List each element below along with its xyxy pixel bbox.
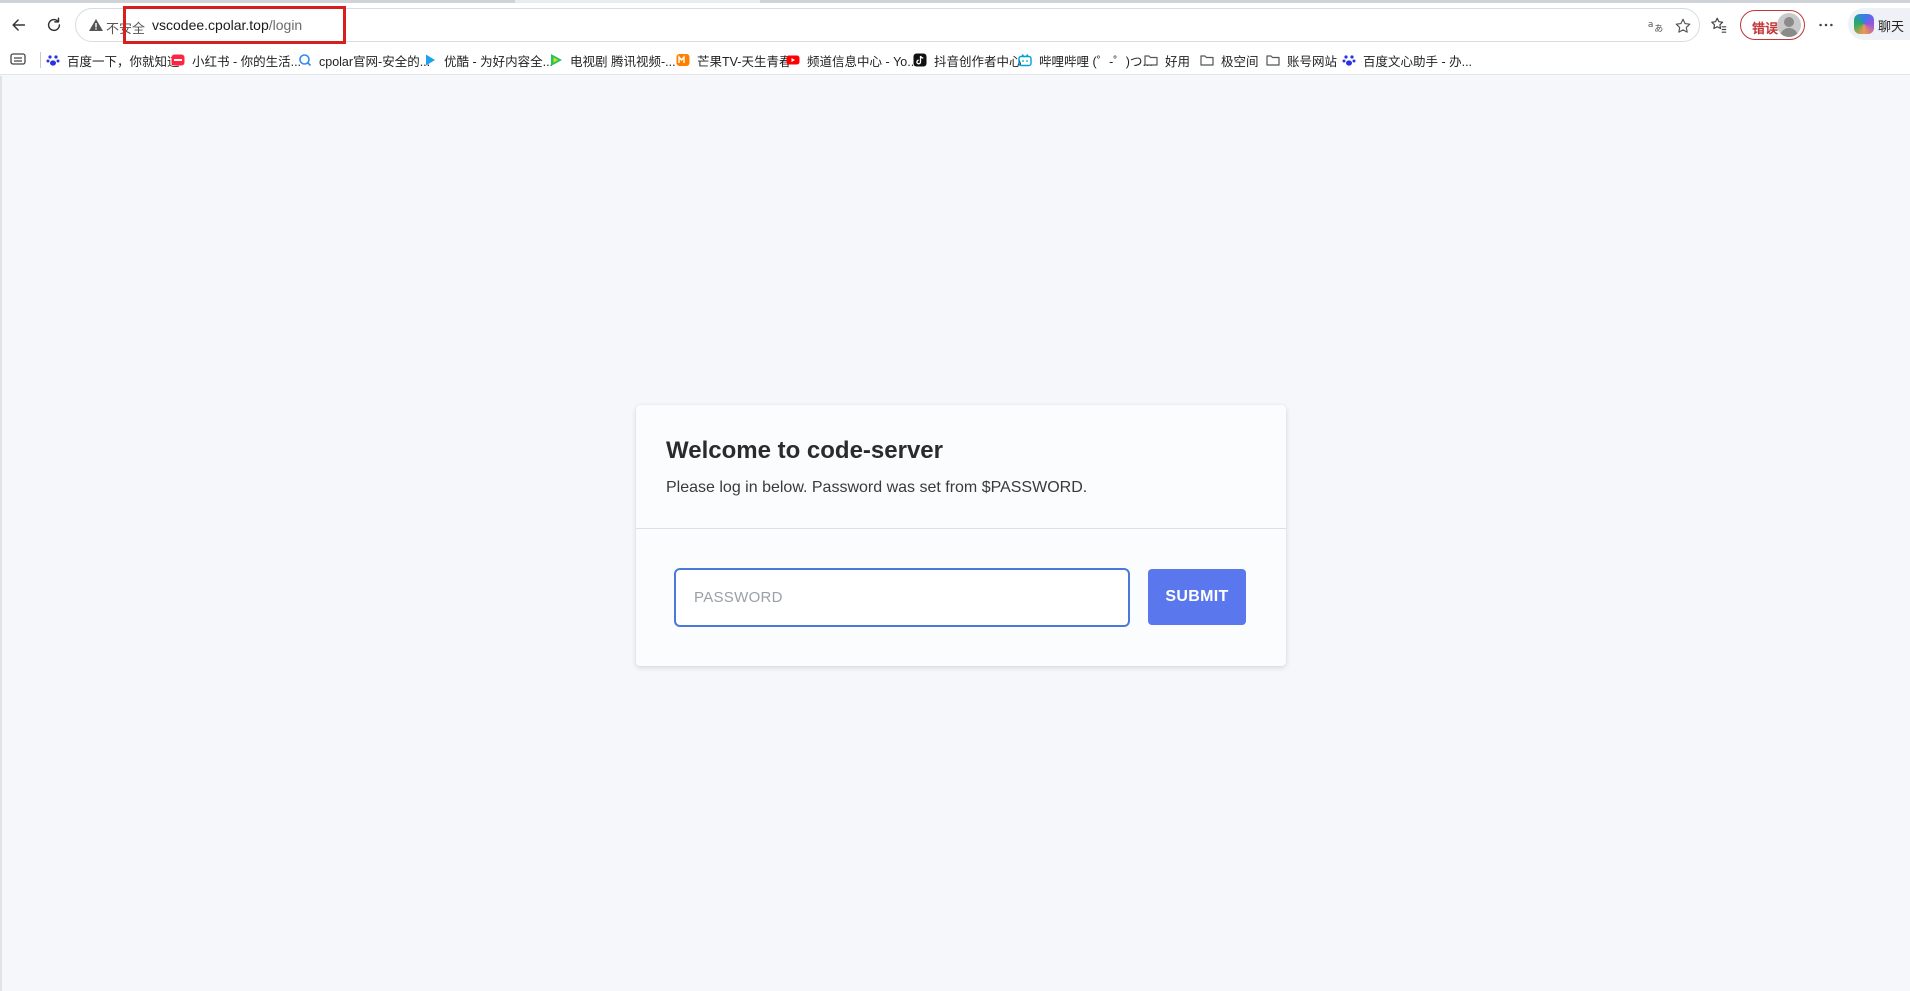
bilibili-icon bbox=[1018, 53, 1032, 67]
login-card: Welcome to code-server Please log in bel… bbox=[636, 405, 1286, 666]
back-button[interactable] bbox=[5, 11, 33, 39]
bookmark-label: 芒果TV-天生青春 bbox=[697, 54, 792, 69]
bookmark-label: 极空间 bbox=[1221, 54, 1259, 69]
more-menu-button[interactable] bbox=[1815, 14, 1837, 36]
bookmark-label: 小红书 - 你的生活... bbox=[192, 54, 302, 69]
bookmark-item[interactable]: 小红书 - 你的生活... bbox=[171, 50, 301, 70]
profile-error-button[interactable]: 错误 bbox=[1740, 10, 1805, 40]
bookmark-item[interactable]: 账号网站 bbox=[1266, 50, 1337, 70]
avatar-icon bbox=[1777, 13, 1801, 37]
page-viewport: Welcome to code-server Please log in bel… bbox=[0, 76, 1910, 991]
reload-icon bbox=[47, 17, 61, 32]
bookmark-label: 百度文心助手 - 办... bbox=[1363, 54, 1473, 69]
bookmark-item[interactable]: 电视剧 腾讯视频-... bbox=[549, 50, 676, 70]
bookmark-item[interactable]: 优酷 - 为好内容全... bbox=[423, 50, 553, 70]
warning-triangle-icon bbox=[89, 19, 103, 31]
youtube-icon bbox=[786, 53, 800, 67]
folder-icon bbox=[1200, 53, 1214, 67]
bookmark-label: 哔哩哔哩 (゜-゜)つ... bbox=[1039, 54, 1153, 69]
bookmark-label: cpolar官网-安全的... bbox=[319, 54, 431, 69]
favorites-button[interactable] bbox=[1708, 14, 1730, 36]
bookmark-item[interactable]: 哔哩哔哩 (゜-゜)つ... bbox=[1018, 50, 1153, 70]
bookmark-item[interactable]: 百度一下，你就知道 bbox=[46, 50, 180, 70]
bookmark-item[interactable]: 频道信息中心 - Yo... bbox=[786, 50, 918, 70]
douyin-icon bbox=[913, 53, 927, 67]
login-subtitle: Please log in below. Password was set fr… bbox=[666, 479, 1088, 496]
baidu-paw-icon bbox=[46, 53, 60, 67]
baidu-paw-icon bbox=[1342, 53, 1356, 67]
login-card-header: Welcome to code-server Please log in bel… bbox=[636, 405, 1286, 529]
copilot-icon bbox=[1854, 14, 1874, 34]
translate-button[interactable]: aあ bbox=[1646, 16, 1666, 36]
xiaohongshu-icon bbox=[171, 53, 185, 67]
folder-icon bbox=[1144, 53, 1158, 67]
bookmark-item[interactable]: 极空间 bbox=[1200, 50, 1259, 70]
reading-list-icon[interactable] bbox=[10, 52, 26, 66]
bookmark-label: 百度一下，你就知道 bbox=[67, 54, 180, 69]
bookmark-item[interactable]: 抖音创作者中心 bbox=[913, 50, 1022, 70]
bookmark-item[interactable]: 芒果TV-天生青春 bbox=[676, 50, 791, 70]
bookmark-label: 电视剧 腾讯视频-... bbox=[570, 54, 676, 69]
cpolar-icon bbox=[298, 53, 312, 67]
bookmarks-bar: 百度一下，你就知道 小红书 - 你的生活... cpolar官网-安全的... 优酷 … bbox=[0, 45, 1910, 75]
favorite-star-button[interactable] bbox=[1673, 16, 1693, 36]
submit-button[interactable]: SUBMIT bbox=[1148, 569, 1246, 625]
bookmark-label: 抖音创作者中心 bbox=[934, 54, 1022, 69]
browser-toolbar: 不安全 vscodee.cpolar.top/login aあ 错误 聊天 bbox=[0, 3, 1910, 45]
bookmark-label: 频道信息中心 - Yo... bbox=[807, 54, 918, 69]
bookmark-item[interactable]: 好用 bbox=[1144, 50, 1190, 70]
bookmark-item[interactable]: 百度文心助手 - 办... bbox=[1342, 50, 1472, 70]
copilot-label: 聊天 bbox=[1878, 19, 1905, 34]
url-highlight-box bbox=[123, 6, 346, 44]
login-title: Welcome to code-server bbox=[666, 437, 943, 464]
mango-tv-icon bbox=[676, 53, 690, 67]
svg-text:a: a bbox=[1648, 20, 1654, 30]
bookmark-item[interactable]: cpolar官网-安全的... bbox=[298, 50, 430, 70]
reload-button[interactable] bbox=[40, 11, 68, 39]
star-outline-icon bbox=[1675, 18, 1691, 33]
bookmark-label: 账号网站 bbox=[1287, 54, 1338, 69]
svg-text:あ: あ bbox=[1654, 23, 1663, 34]
profile-error-label: 错误 bbox=[1752, 21, 1779, 36]
copilot-button[interactable]: 聊天 bbox=[1848, 8, 1910, 40]
folder-icon bbox=[1266, 53, 1280, 67]
tencent-video-icon bbox=[549, 53, 563, 67]
translate-icon: aあ bbox=[1648, 20, 1663, 35]
password-input[interactable] bbox=[674, 568, 1130, 627]
bookmark-label: 优酷 - 为好内容全... bbox=[444, 54, 554, 69]
favorites-list-icon bbox=[1711, 17, 1727, 33]
ellipsis-icon bbox=[1819, 23, 1833, 27]
bookmark-label: 好用 bbox=[1165, 54, 1191, 69]
youku-icon bbox=[423, 53, 437, 67]
bookmarks-divider bbox=[40, 52, 41, 68]
back-arrow-icon bbox=[12, 19, 26, 31]
